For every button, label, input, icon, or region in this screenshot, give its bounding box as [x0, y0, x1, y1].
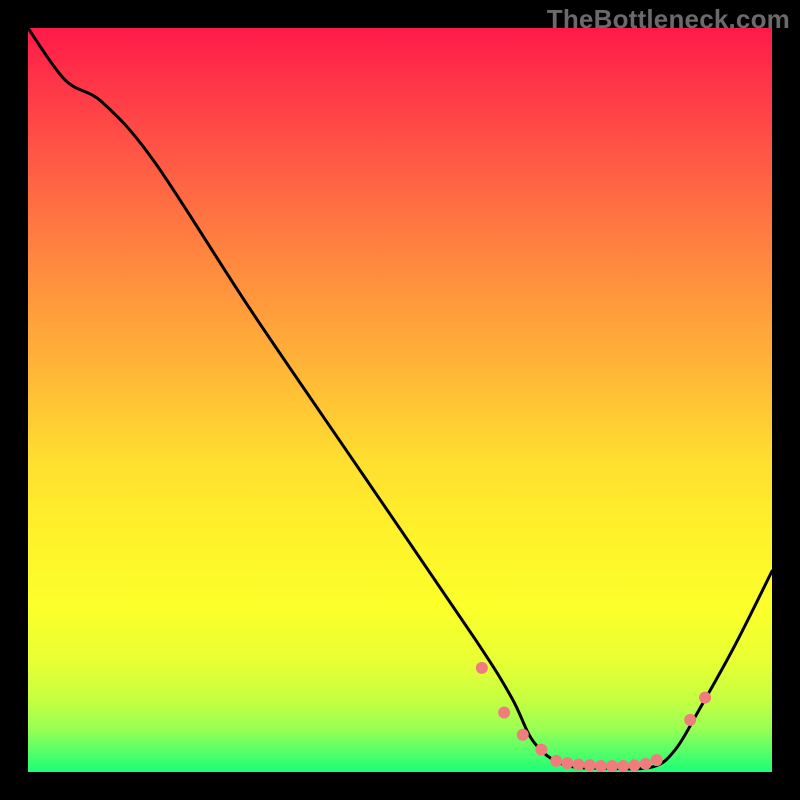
marker-dot	[535, 744, 547, 756]
curve-path	[28, 28, 772, 769]
marker-dot	[550, 755, 562, 767]
marker-dot	[684, 714, 696, 726]
marker-dot	[573, 759, 585, 771]
marker-dot	[628, 759, 640, 771]
chart-svg	[28, 28, 772, 772]
marker-dot	[517, 729, 529, 741]
marker-dot	[699, 692, 711, 704]
marker-dot	[584, 759, 596, 771]
marker-dot	[606, 760, 618, 772]
marker-dot	[651, 754, 663, 766]
marker-dot	[476, 662, 488, 674]
marker-dot	[595, 760, 607, 772]
marker-dot	[617, 760, 629, 772]
chart-frame: TheBottleneck.com	[0, 0, 800, 800]
marker-dot	[640, 758, 652, 770]
plot-area	[28, 28, 772, 772]
marker-dot	[561, 757, 573, 769]
marker-dot	[498, 706, 510, 718]
marker-group	[476, 662, 711, 772]
